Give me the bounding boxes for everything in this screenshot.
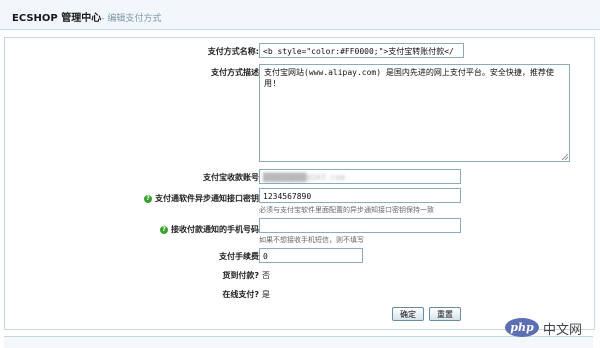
mobile-help-text: 如果不想接收手机短信，则不填写	[259, 236, 364, 244]
pay-name-input[interactable]: <b style="color:#FF0000;">支付宝转账付款</	[259, 43, 464, 58]
account-value: █████████@163.com	[263, 173, 345, 182]
pay-desc-label: 支付方式描述	[211, 68, 259, 77]
brand-title: ECSHOP 管理中心	[12, 13, 102, 24]
php-logo-icon: php	[505, 318, 539, 337]
key-label: ? 支付通软件异步通知接口密钥	[144, 193, 259, 204]
mobile-label: ? 接收付款通知的手机号码	[160, 224, 259, 235]
online-value: 是	[262, 290, 270, 299]
cod-value: 否	[262, 271, 270, 280]
fee-label: 支付手续费	[219, 252, 259, 261]
page-title: ECSHOP 管理中心- 编辑支付方式	[12, 9, 161, 24]
mobile-input[interactable]	[259, 218, 461, 233]
confirm-button[interactable]: 确定	[392, 307, 424, 321]
pay-desc-textarea[interactable]: 支付宝网站(www.alipay.com) 是国内先进的网上支付平台。安全快捷，…	[259, 64, 570, 162]
online-label: 在线支付?	[222, 290, 259, 299]
pay-name-label: 支付方式名称:	[207, 47, 259, 56]
key-help-text: 必须与支付宝软件里面配置的异步通知接口密钥保持一致	[259, 206, 434, 214]
help-icon[interactable]: ?	[144, 194, 152, 203]
help-icon[interactable]: ?	[160, 225, 168, 234]
account-label: 支付宝收款账号	[203, 173, 259, 182]
breadcrumb[interactable]: - 编辑支付方式	[101, 14, 161, 24]
top-bar: ECSHOP 管理中心- 编辑支付方式	[0, 0, 600, 30]
resize-grip-icon[interactable]	[562, 154, 568, 160]
account-input[interactable]: █████████@163.com	[259, 169, 461, 184]
pay-desc-text: 支付宝网站(www.alipay.com) 是国内先进的网上支付平台。安全快捷，…	[264, 68, 554, 88]
cod-label: 货到付款?	[222, 271, 259, 280]
watermark-text: 中文网	[543, 323, 583, 338]
fee-input[interactable]: 0	[259, 248, 363, 263]
watermark: php 中文网	[505, 317, 595, 339]
reset-button[interactable]: 重置	[429, 307, 461, 321]
key-input[interactable]: 1234567890	[259, 188, 461, 203]
